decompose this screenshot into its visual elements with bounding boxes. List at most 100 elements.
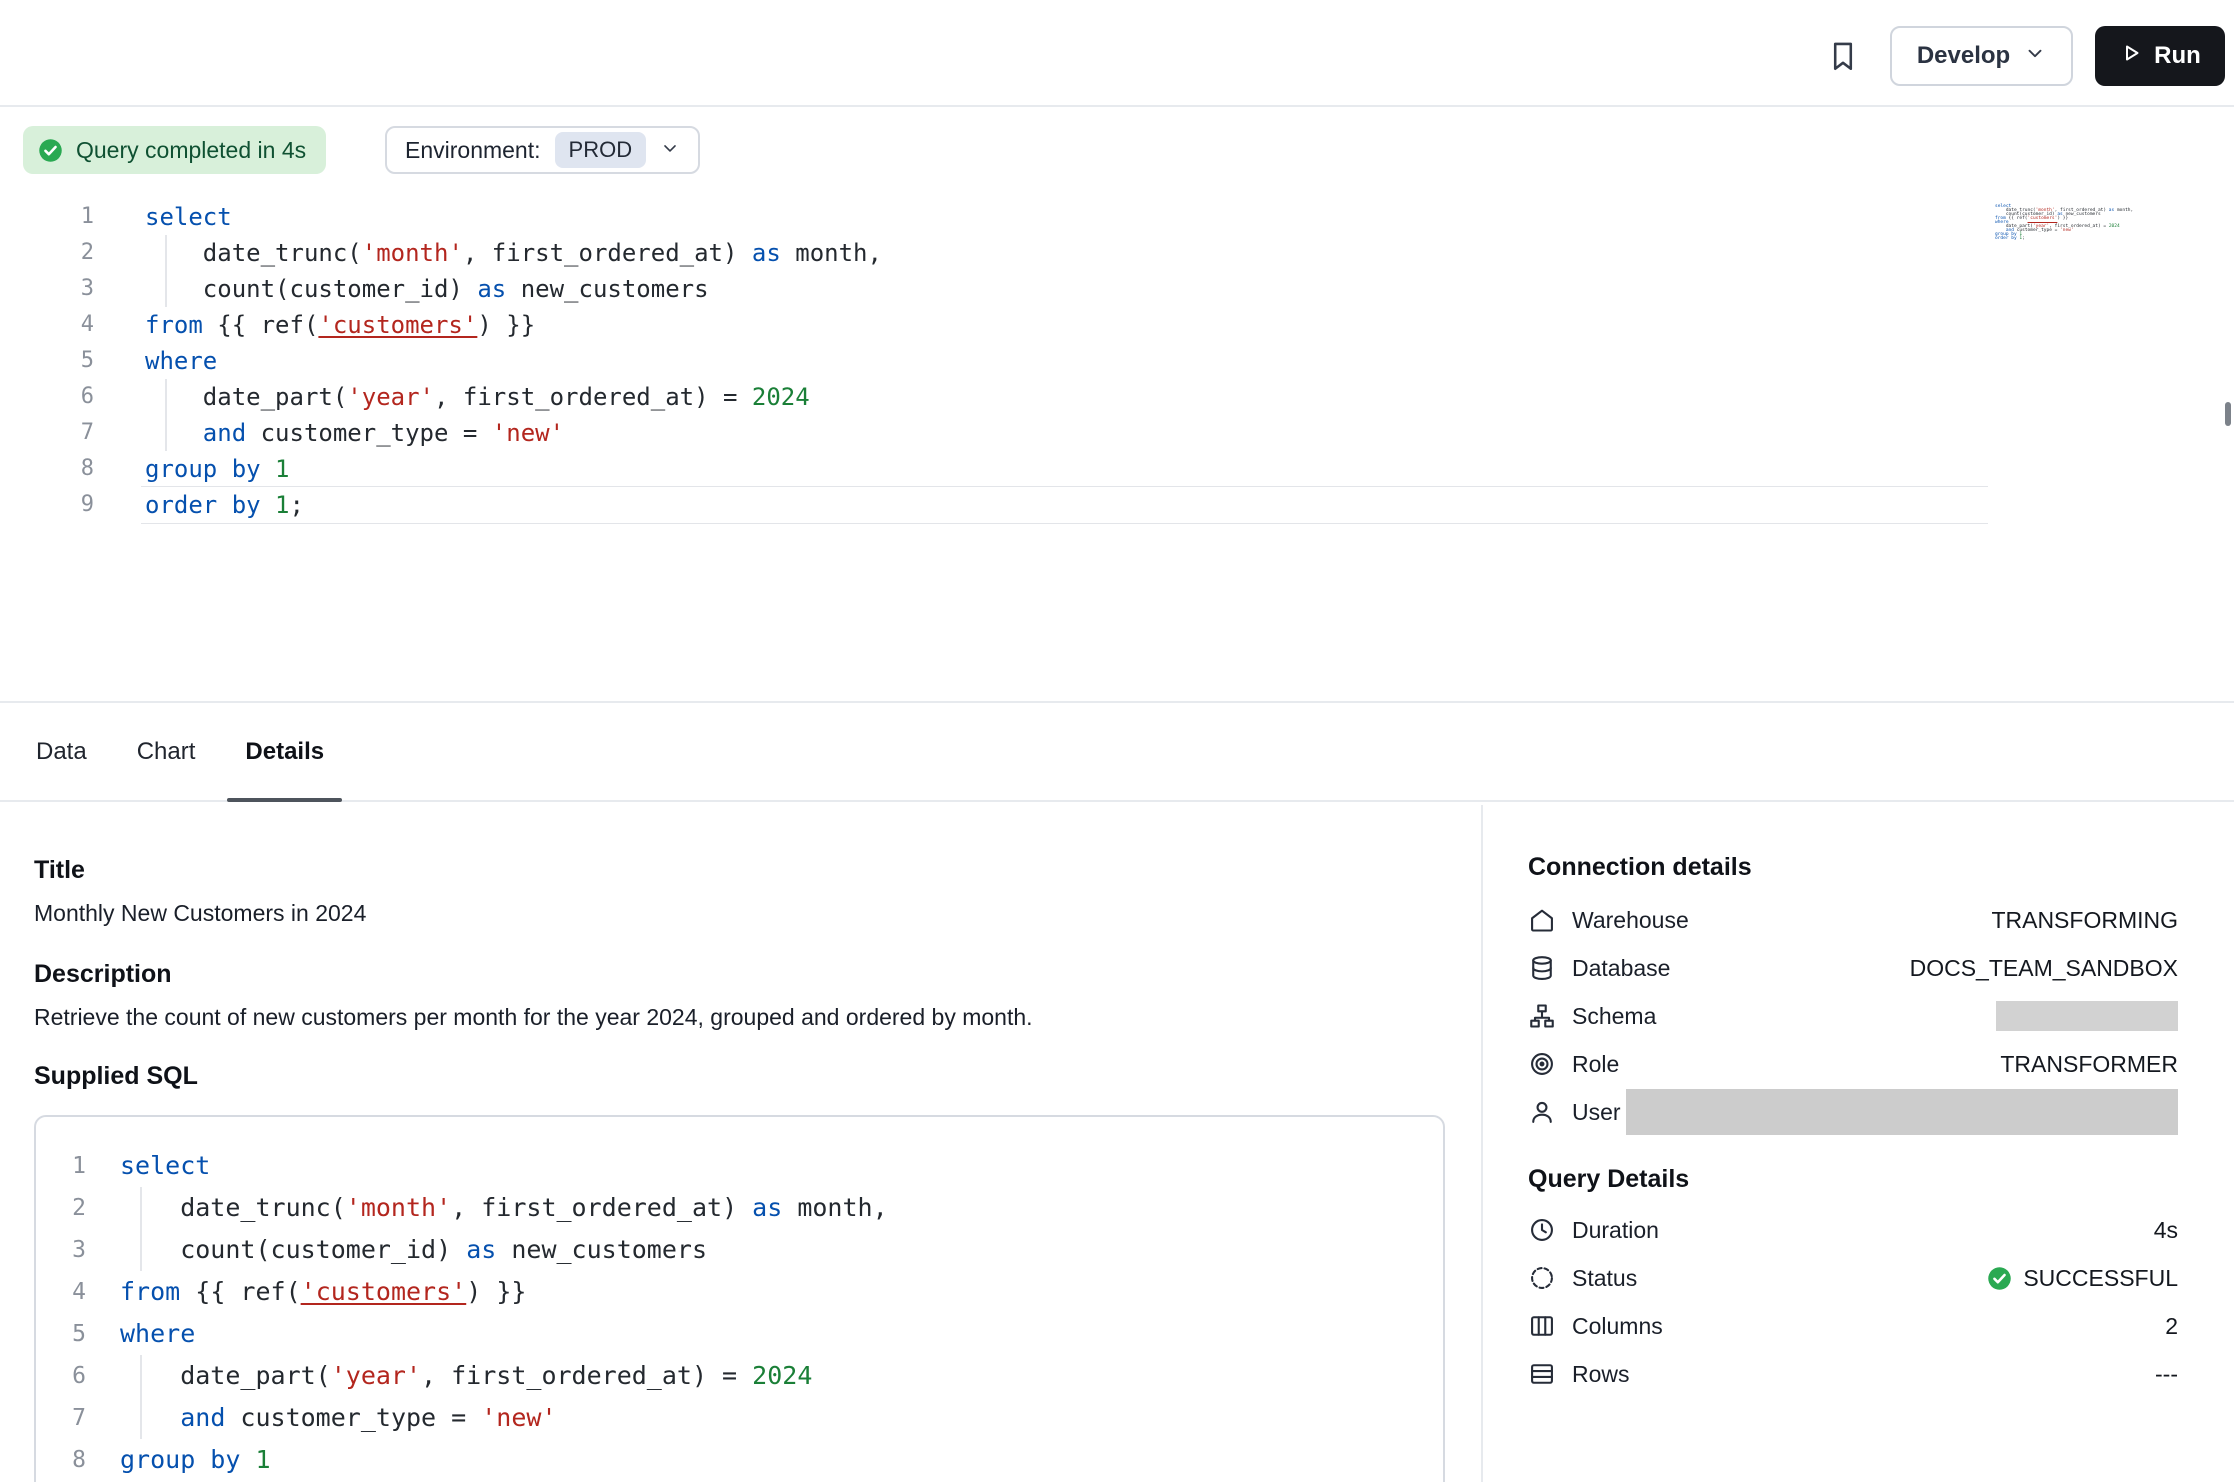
warehouse-label: Warehouse [1572, 907, 1689, 934]
code-line: 2 date_trunc('month', first_ordered_at) … [36, 1187, 1443, 1229]
code-token: order by [145, 491, 261, 519]
code-line: 8group by 1 [0, 451, 2234, 487]
user-icon [1528, 1098, 1556, 1126]
duration-row: Duration4s [1528, 1206, 2178, 1254]
columns-icon [1528, 1312, 1556, 1340]
line-number: 2 [36, 1187, 86, 1229]
line-number: 5 [36, 1313, 86, 1355]
query-ide-page: { "topbar": { "develop_label": "Develop"… [0, 0, 2234, 1482]
editor-minimap[interactable]: select date_trunc('month', first_ordered… [1995, 205, 2105, 241]
code-token: count(customer_id) [120, 1235, 451, 1264]
code-line: 6 date_part('year', first_ordered_at) = … [0, 379, 2234, 415]
chevron-down-icon [2024, 42, 2046, 71]
database-value: DOCS_TEAM_SANDBOX [1910, 955, 2178, 982]
scrollbar-thumb[interactable] [2225, 402, 2231, 426]
code-token: from [145, 311, 203, 339]
query-details-heading: Query Details [1528, 1164, 2178, 1194]
user-label: User [1572, 1099, 1621, 1126]
tab-details[interactable]: Details [245, 703, 324, 800]
tab-data[interactable]: Data [36, 703, 87, 800]
title-heading: Title [34, 855, 1445, 885]
query-status-pill: Query completed in 4s [23, 126, 326, 174]
schema-icon [1528, 1002, 1556, 1030]
environment-dropdown[interactable]: Environment: PROD [385, 126, 700, 174]
code-token: date_part( [145, 383, 347, 411]
duration-icon [1528, 1216, 1556, 1244]
code-line: 7 and customer_type = 'new' [0, 415, 2234, 451]
user-row: User [1528, 1088, 2178, 1136]
top-toolbar: Develop Run [0, 0, 2234, 107]
redacted-value [1626, 1089, 2178, 1135]
bookmark-button[interactable] [1820, 34, 1866, 80]
role-value: TRANSFORMER [2000, 1051, 2178, 1078]
columns-row: Columns2 [1528, 1302, 2178, 1350]
title-value: Monthly New Customers in 2024 [34, 899, 1445, 927]
code-token: 'year' [331, 1361, 421, 1390]
duration-label: Duration [1572, 1217, 1659, 1244]
code-token: 'new' [481, 1403, 556, 1432]
code-token: month, [782, 1193, 887, 1222]
sql-editor[interactable]: 1 select 2 date_trunc('month', first_order… [0, 199, 2234, 701]
chevron-down-icon [660, 137, 680, 164]
code-line: 1select [36, 1145, 1443, 1187]
code-line: 8group by 1 [36, 1439, 1443, 1481]
line-number: 8 [0, 451, 94, 487]
rows-value: --- [2155, 1361, 2178, 1388]
warehouse-icon [1528, 906, 1556, 934]
code-token: , first_ordered_at) [463, 239, 738, 267]
status-label: Status [1572, 1265, 1637, 1292]
code-token: as [737, 239, 780, 267]
schema-value [1996, 1001, 2178, 1031]
code-token: , first_ordered_at) [451, 1193, 737, 1222]
code-token: 2024 [752, 383, 810, 411]
code-token [261, 491, 275, 519]
code-token: select [145, 203, 232, 231]
line-number: 8 [36, 1439, 86, 1481]
develop-dropdown-button[interactable]: Develop [1890, 26, 2073, 86]
ref-model-link[interactable]: 'customers' [301, 1277, 467, 1306]
code-token: new_customers [496, 1235, 707, 1264]
code-token: where [145, 347, 217, 375]
code-token: customer_type = [246, 419, 492, 447]
description-heading: Description [34, 959, 1445, 989]
description-value: Retrieve the count of new customers per … [34, 1003, 1445, 1031]
code-token: and [180, 1403, 225, 1432]
code-token: date_trunc( [145, 239, 362, 267]
status-row: StatusSUCCESSFUL [1528, 1254, 2178, 1302]
code-line: 7 and customer_type = 'new' [36, 1397, 1443, 1439]
code-line: 4from {{ ref('customers') }} [0, 307, 2234, 343]
line-number: 2 [0, 235, 94, 271]
line-number: 9 [0, 487, 94, 523]
rows-row: Rows--- [1528, 1350, 2178, 1398]
columns-value: 2 [2165, 1313, 2178, 1340]
code-token: ) }} [466, 1277, 526, 1306]
code-token: new_customers [506, 275, 708, 303]
code-line: 4from {{ ref('customers') }} [36, 1271, 1443, 1313]
supplied-sql-block: 1select2 date_trunc('month', first_order… [34, 1115, 1445, 1482]
code-token [240, 1445, 255, 1474]
code-token: 2024 [752, 1361, 812, 1390]
code-token [145, 419, 203, 447]
connection-details-panel: Connection details WarehouseTRANSFORMING… [1481, 805, 2234, 1482]
code-token: 1 [275, 491, 289, 519]
tab-chart[interactable]: Chart [137, 703, 196, 800]
connection-rows: Warehouse TRANSFORMING DatabaseDOCS_TEAM_S… [1528, 896, 2178, 1136]
line-number: 4 [36, 1271, 86, 1313]
result-tabs: Data Chart Details [0, 703, 2234, 802]
role-icon [1528, 1050, 1556, 1078]
code-token [120, 1403, 180, 1432]
database-row: DatabaseDOCS_TEAM_SANDBOX [1528, 944, 2178, 992]
ref-model-link[interactable]: 'customers' [318, 311, 477, 339]
code-token: date_part( [120, 1361, 331, 1390]
warehouse-value: TRANSFORMING [1991, 907, 2178, 934]
code-line: 6 date_part('year', first_ordered_at) = … [36, 1355, 1443, 1397]
code-line: 2 date_trunc('month', first_ordered_at) … [0, 235, 2234, 271]
code-token: where [120, 1319, 195, 1348]
code-token: {{ ref( [180, 1277, 300, 1306]
query-detail-rows: Duration4sStatusSUCCESSFULColumns2Rows--… [1528, 1206, 2178, 1398]
run-button[interactable]: Run [2095, 26, 2225, 86]
code-token: 'new' [492, 419, 564, 447]
code-token: count(customer_id) [145, 275, 463, 303]
code-token: , first_ordered_at) = [434, 383, 752, 411]
code-line: 5where [0, 343, 2234, 379]
